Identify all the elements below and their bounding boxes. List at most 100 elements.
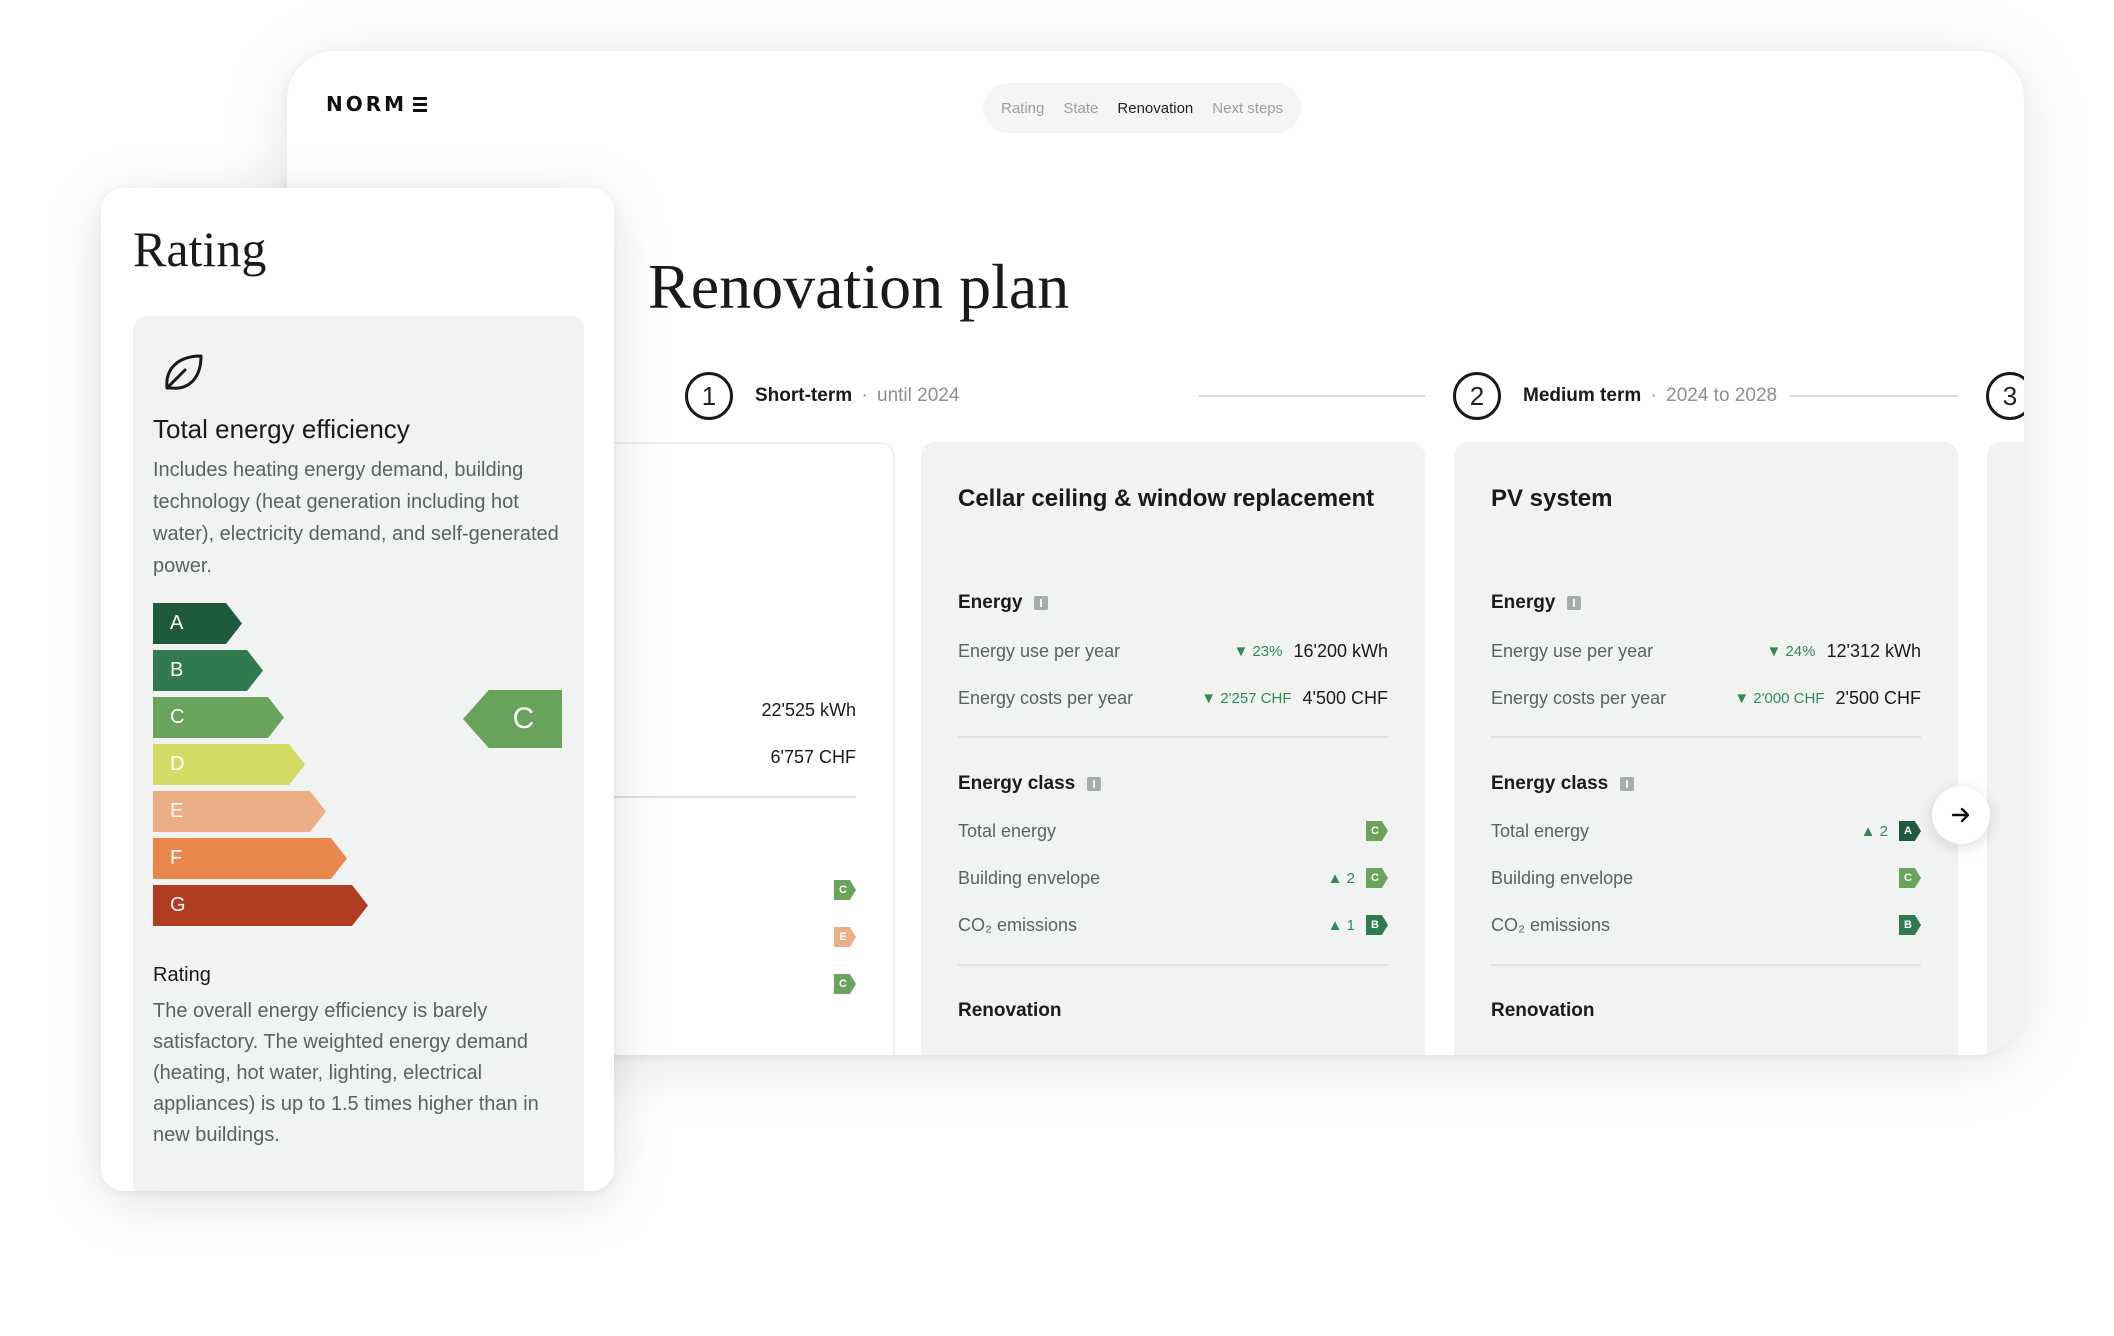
phase-1-header: 1 Short-term · until 2024 [685, 371, 959, 421]
card-2-energy-use-value: 12'312 kWh [1826, 640, 1922, 661]
card-2-energy-heading-text: Energy [1491, 592, 1556, 613]
card-0-energy-use-value: 22'525 kWh [761, 699, 857, 720]
phase-2-number: 2 [1453, 372, 1501, 420]
card-1-class-heading-text: Energy class [958, 773, 1076, 794]
card-2-envelope-row: Building envelope C [1491, 865, 1921, 891]
phase-1-name: Short-term [755, 385, 853, 406]
card-2-envelope-class-badge: C [1899, 868, 1921, 888]
card-1-co2-class-badge: B [1366, 915, 1388, 935]
phase-1-separator: · [861, 385, 868, 406]
card-2-total-label: Total energy [1491, 820, 1590, 841]
card-1-co2-row: CO₂ emissions ▲ 1 B [958, 912, 1388, 938]
card-1-total-class-badge: C [1366, 821, 1388, 841]
rating-description: The overall energy efficiency is barely … [153, 1000, 539, 1146]
leaf-icon [165, 354, 203, 390]
logo[interactable]: NORM [326, 92, 429, 116]
scale-bar-a: A [153, 603, 242, 644]
card-1-envelope-delta: ▲ 2 [1327, 869, 1355, 887]
card-1-renovation-heading: Renovation [958, 1000, 1062, 1021]
current-rating-marker: C [463, 690, 562, 748]
card-0-energy-cost-value: 6'757 CHF [770, 746, 856, 767]
info-icon[interactable] [1620, 777, 1635, 791]
scale-bar-f: F [153, 838, 347, 879]
card-1-energy-cost-value: 4'500 CHF [1302, 687, 1388, 708]
card-0-co2-class-badge: C [834, 974, 856, 994]
step-rating[interactable]: Rating [1001, 100, 1044, 117]
scale-bar-c: C [153, 697, 284, 738]
arrow-right-icon [1951, 807, 1970, 823]
card-1-energy-cost-label: Energy costs per year [958, 687, 1134, 708]
scale-bar-b: B [153, 650, 263, 691]
card-2-class-heading-text: Energy class [1491, 773, 1609, 794]
card-1-total-row: Total energy C [958, 818, 1388, 844]
card-1-energy-heading-text: Energy [958, 592, 1023, 613]
phase-1-number: 1 [685, 372, 733, 420]
card-2-total-row: Total energy ▲ 2 A [1491, 818, 1921, 844]
card-2-energy-use-delta: ▼ 24% [1766, 642, 1816, 660]
card-2-energy-cost-label: Energy costs per year [1491, 687, 1667, 708]
card-1-co2-delta: ▲ 1 [1327, 916, 1355, 934]
card-2-total-delta: ▲ 2 [1860, 822, 1888, 840]
rating-card-heading: Rating [133, 221, 267, 277]
card-2-divider-1 [1491, 736, 1921, 738]
card-2-envelope-label: Building envelope [1491, 867, 1634, 888]
renovation-card-1[interactable]: Cellar ceiling & window replacement Ener… [921, 442, 1425, 1055]
card-0-total-class-badge: C [834, 880, 856, 900]
next-button[interactable] [1932, 786, 1990, 844]
rating-panel: Total energy efficiency Includes heating… [133, 316, 584, 1191]
steps-nav: Rating State Renovation Next steps [983, 83, 1302, 133]
renovation-card-2[interactable]: PV system Energy Energy use per year ▼ 2… [1454, 442, 1958, 1055]
card-1-envelope-class-badge: C [1366, 868, 1388, 888]
scale-bar-g: G [153, 885, 368, 926]
phase-3-number: 3 [1986, 372, 2024, 420]
phase-2-separator: · [1650, 385, 1657, 406]
card-2-energy-cost-row: Energy costs per year ▼ 2'000 CHF 2'500 … [1491, 685, 1921, 711]
step-next-steps[interactable]: Next steps [1212, 100, 1283, 117]
info-icon[interactable] [1567, 596, 1582, 610]
card-1-envelope-row: Building envelope ▲ 2 C [958, 865, 1388, 891]
card-2-energy-use-label: Energy use per year [1491, 640, 1654, 661]
phase-2-header: 2 Medium term · 2024 to 2028 [1453, 371, 1777, 421]
phase-1-line [1199, 395, 1425, 397]
card-1-energy-use-label: Energy use per year [958, 640, 1121, 661]
card-1-title: Cellar ceiling & window replacement [958, 485, 1375, 512]
phase-3-header: 3 [1986, 371, 2024, 421]
card-2-title: PV system [1491, 485, 1613, 512]
card-2-co2-row: CO₂ emissions B [1491, 912, 1921, 938]
card-1-envelope-label: Building envelope [958, 867, 1101, 888]
info-icon[interactable] [1034, 596, 1049, 610]
card-0-envelope-class-badge: E [834, 927, 856, 947]
phase-1-range: until 2024 [877, 385, 960, 406]
card-1-co2-label: CO₂ emissions [958, 914, 1078, 935]
phase-2-line [1790, 395, 1958, 397]
phase-2-range: 2024 to 2028 [1666, 385, 1778, 406]
rating-subheading: Rating [153, 964, 211, 986]
card-2-total-class-badge: A [1899, 821, 1921, 841]
efficiency-description: Includes heating energy demand, building… [153, 459, 559, 577]
card-2-renovation-heading: Renovation [1491, 1000, 1595, 1021]
scale-bar-d: D [153, 744, 305, 785]
card-2-energy-cost-delta: ▼ 2'000 CHF [1734, 689, 1825, 707]
rating-card: Rating Total energy efficiency Includes … [101, 188, 614, 1191]
card-2-class-heading: Energy class [1491, 773, 1635, 795]
logo-text: NORM [326, 92, 408, 116]
card-1-energy-use-delta: ▼ 23% [1233, 642, 1283, 660]
card-1-divider-1 [958, 736, 1388, 738]
card-2-co2-label: CO₂ emissions [1491, 914, 1611, 935]
card-2-energy-use-row: Energy use per year ▼ 24% 12'312 kWh [1491, 638, 1921, 664]
renovation-card-3[interactable] [1987, 442, 2024, 1055]
card-1-class-heading: Energy class [958, 773, 1102, 795]
step-renovation[interactable]: Renovation [1117, 100, 1193, 117]
card-1-energy-cost-row: Energy costs per year ▼ 2'257 CHF 4'500 … [958, 685, 1388, 711]
info-icon[interactable] [1087, 777, 1102, 791]
card-2-energy-heading: Energy [1491, 592, 1582, 614]
card-1-energy-cost-delta: ▼ 2'257 CHF [1201, 689, 1292, 707]
step-state[interactable]: State [1063, 100, 1098, 117]
card-1-energy-use-row: Energy use per year ▼ 23% 16'200 kWh [958, 638, 1388, 664]
efficiency-title: Total energy efficiency [153, 414, 410, 444]
card-2-energy-cost-value: 2'500 CHF [1835, 687, 1921, 708]
page-title: Renovation plan [648, 251, 1070, 322]
card-2-co2-class-badge: B [1899, 915, 1921, 935]
menu-icon[interactable] [413, 96, 429, 112]
card-1-energy-use-value: 16'200 kWh [1293, 640, 1389, 661]
